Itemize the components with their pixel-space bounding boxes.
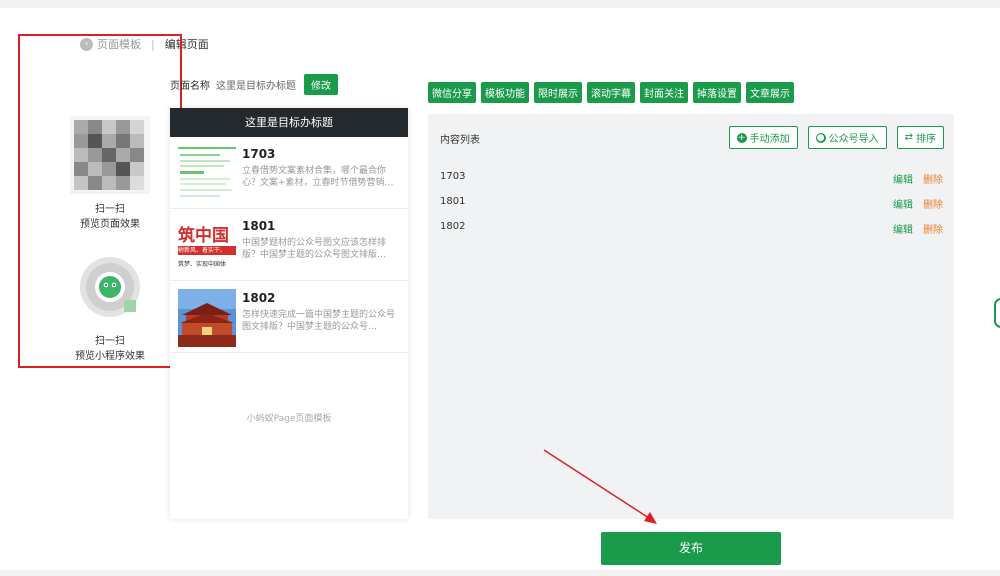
table-row: 1802 编辑 删除 — [440, 221, 943, 236]
article-title: 1802 — [242, 291, 276, 305]
import-label: 公众号导入 — [828, 134, 879, 145]
qr-code-icon — [70, 116, 150, 194]
delete-link[interactable]: 删除 — [923, 171, 943, 186]
content-list-actions: + 手动添加 ● 公众号导入 ⇄ 排序 — [728, 126, 944, 149]
tab-time-limited[interactable]: 限时展示 — [534, 82, 582, 103]
edit-link[interactable]: 编辑 — [893, 171, 913, 186]
article-description: 怎样快速完成一篇中国梦主题的公众号图文排版？中国梦主题的公众号… — [242, 310, 396, 332]
qr-preview-panel: 扫一扫 预览页面效果 扫一扫 预览小程序效果 — [18, 34, 182, 368]
tab-cover-follow[interactable]: 封面关注 — [640, 82, 688, 103]
qr-caption-line2: 预览小程序效果 — [75, 351, 145, 362]
content-list-title: 内容列表 — [440, 135, 480, 146]
row-name: 1703 — [440, 171, 466, 182]
sort-button[interactable]: ⇄ 排序 — [896, 126, 944, 149]
manual-add-label: 手动添加 — [749, 134, 790, 145]
row-name: 1801 — [440, 196, 466, 207]
table-row: 1801 编辑 删除 — [440, 196, 943, 211]
phone-header-title: 这里是目标办标题 — [170, 108, 408, 137]
plus-circle-icon: + — [736, 132, 747, 143]
tab-template-function[interactable]: 模板功能 — [481, 82, 529, 103]
article-thumbnail: 筑中国 树新风、着实干、 筑梦、实现中国体 — [178, 217, 236, 275]
article-description: 中国梦题材的公众号图文应该怎样排版？中国梦主题的公众号图文排版… — [242, 238, 387, 260]
qr-caption-line1: 扫一扫 — [95, 336, 125, 347]
page-preview-qr: 扫一扫 预览页面效果 — [70, 116, 150, 232]
row-name: 1802 — [440, 221, 466, 232]
tab-scrolling-subtitle[interactable]: 滚动字幕 — [587, 82, 635, 103]
article-title: 1801 — [242, 219, 276, 233]
delete-link[interactable]: 删除 — [923, 221, 943, 236]
article-thumbnail — [178, 145, 236, 203]
edit-link[interactable]: 编辑 — [893, 196, 913, 211]
manual-add-button[interactable]: + 手动添加 — [728, 126, 798, 149]
article-description: 立春借势文案素材合集，哪个最合你心？文案+素材，立春时节借势营销… — [242, 166, 394, 188]
edit-page-name-button[interactable]: 修改 — [304, 74, 338, 95]
floating-service-widget[interactable] — [994, 298, 1000, 328]
tab-wechat-share[interactable]: 微信分享 — [428, 82, 476, 103]
settings-tabs: 微信分享 模板功能 限时展示 滚动字幕 封面关注 掉落设置 文章展示 — [428, 82, 794, 103]
page-name-row: 页面名称 这里是目标办标题 修改 — [170, 74, 338, 95]
miniprogram-preview-qr: 扫一扫 预览小程序效果 — [70, 248, 150, 364]
phone-footer-brand: 小蚂蚁Page页面模板 — [246, 414, 332, 424]
article-thumbnail — [178, 289, 236, 347]
page-name-label: 页面名称 — [170, 81, 210, 92]
article-title: 1703 — [242, 147, 276, 161]
publish-button[interactable]: 发布 — [601, 532, 781, 565]
tab-article-display[interactable]: 文章展示 — [746, 82, 794, 103]
table-row: 1703 编辑 删除 — [440, 171, 943, 186]
thumbnail-headline: 筑中国 — [178, 226, 229, 246]
thumbnail-banner: 树新风、着实干、 — [178, 246, 236, 255]
wechat-icon: ● — [815, 132, 826, 143]
miniprogram-code-icon — [70, 248, 150, 326]
tab-drop-settings[interactable]: 掉落设置 — [693, 82, 741, 103]
article-item[interactable]: 筑中国 树新风、着实干、 筑梦、实现中国体 1801 中国梦题材的公众号图文应该… — [170, 209, 408, 281]
thumbnail-caption: 筑梦、实现中国体 — [178, 261, 227, 268]
import-official-account-button[interactable]: ● 公众号导入 — [807, 126, 887, 149]
qr-caption-line2: 预览页面效果 — [80, 219, 140, 230]
edit-link[interactable]: 编辑 — [893, 221, 913, 236]
sort-label: 排序 — [916, 134, 936, 145]
article-item[interactable]: 1703 立春借势文案素材合集，哪个最合你心？文案+素材，立春时节借势营销… — [170, 137, 408, 209]
phone-preview: 这里是目标办标题 1703 立春借势文案素材合集，哪个最合你心？文案+素材，立春… — [170, 108, 408, 519]
delete-link[interactable]: 删除 — [923, 196, 943, 211]
swap-arrows-icon: ⇄ — [904, 132, 913, 143]
article-item[interactable]: 1802 怎样快速完成一篇中国梦主题的公众号图文排版？中国梦主题的公众号… — [170, 281, 408, 353]
page-name-value: 这里是目标办标题 — [216, 81, 296, 92]
qr-caption-line1: 扫一扫 — [95, 204, 125, 215]
content-list-panel: 内容列表 + 手动添加 ● 公众号导入 ⇄ 排序 1703 编辑 删除 1801… — [428, 114, 954, 519]
